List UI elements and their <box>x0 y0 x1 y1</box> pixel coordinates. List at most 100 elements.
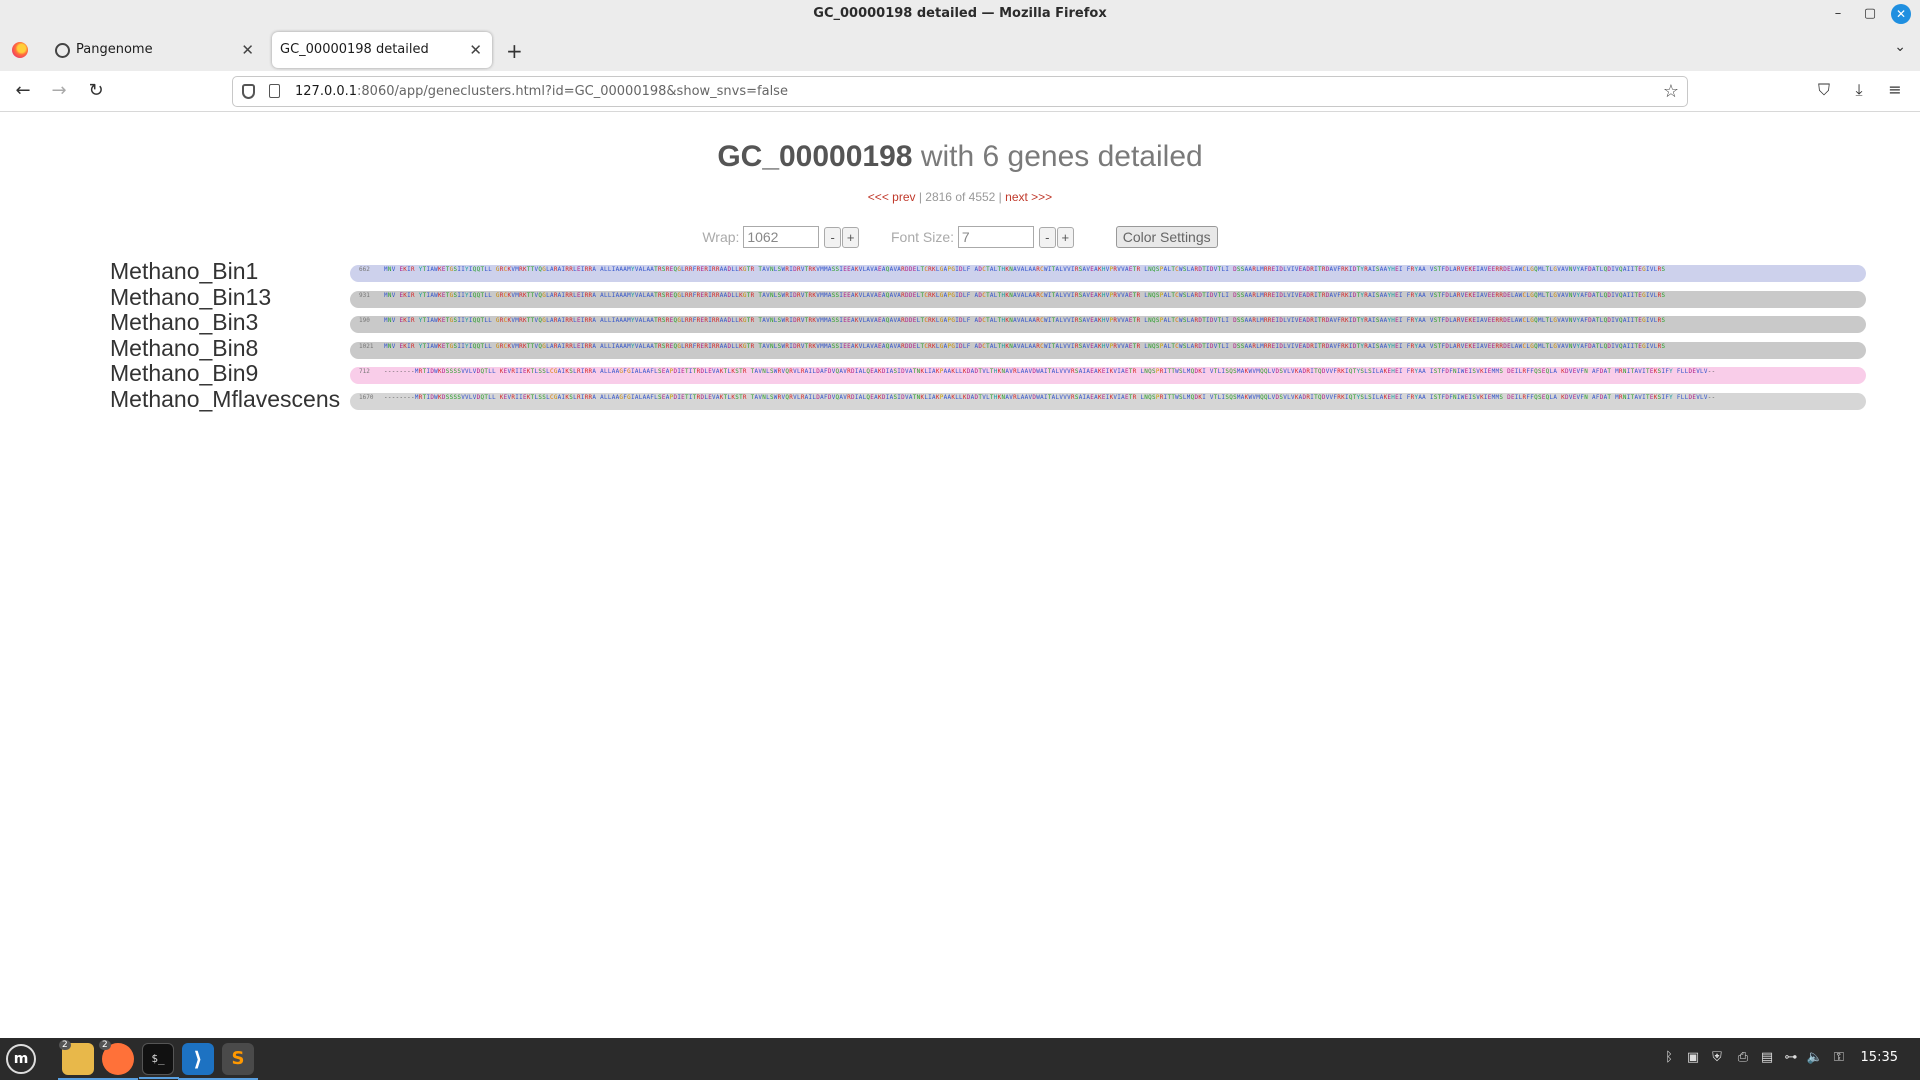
url-bar[interactable]: 127.0.0.1:8060/app/geneclusters.html?id=… <box>232 76 1688 107</box>
page-info-icon[interactable] <box>269 84 280 98</box>
close-window-button[interactable]: ✕ <box>1891 4 1911 24</box>
sequence-start-position: 1021 <box>359 342 374 350</box>
sequence-bar[interactable]: 190 MNV EKIR YTIAWKETGSIIYIQQTLL GRCKVMRK… <box>350 316 1866 333</box>
wrap-decrease-button[interactable]: - <box>824 226 842 248</box>
back-button[interactable]: ← <box>12 80 34 101</box>
amino-acid-sequence[interactable]: --------MRTIDWKDSSSSVVLVDQTLL KEVRIIEKTL… <box>384 395 1715 401</box>
taskbar: m 2 2 $_ ⟩ S ᛒ ▣ ⛨ ⎙ ▤ ⊶ 🔈 ⚿ 15:35 <box>0 1038 1920 1080</box>
gene-row: Methano_Bin9 712 --------MRTIDWKDSSSSVVLVD… <box>110 360 1870 386</box>
tab-label: GC_00000198 detailed <box>280 42 429 57</box>
wrap-label: Wrap: <box>702 229 740 245</box>
window-titlebar: GC_00000198 detailed — Mozilla Firefox –… <box>0 0 1920 29</box>
gene-name[interactable]: Methano_Bin9 <box>110 361 258 385</box>
shield-update-icon[interactable]: ⛨ <box>1708 1050 1726 1065</box>
gene-name[interactable]: Methano_Mflavescens <box>110 387 340 411</box>
sequence-start-position: 190 <box>359 317 370 324</box>
sequence-bar[interactable]: 712 --------MRTIDWKDSSSSVVLVDQTLL KEVRIIE… <box>350 367 1866 384</box>
amino-acid-sequence[interactable]: MNV EKIR YTIAWKETGSIIYIQQTLL GRCKVMRKTTV… <box>384 267 1665 273</box>
sequence-bar[interactable]: 1021 MNV EKIR YTIAWKETGSIIYIQQTLL GRCKVMR… <box>350 341 1866 359</box>
amino-acid-sequence[interactable]: --------MRTIDWKDSSSSVVLVDQTLL KEVRIIEKTL… <box>384 369 1715 375</box>
gene-row: Methano_Bin8 1021 MNV EKIR YTIAWKETGSIIYIQ… <box>110 335 1870 361</box>
forward-button[interactable]: → <box>48 80 70 101</box>
tab-pangenome[interactable]: Pangenome ✕ <box>46 32 264 68</box>
sequence-start-position: 662 <box>359 266 370 273</box>
display-controls: Wrap: -+ Font Size: -+ Color Settings <box>0 226 1920 248</box>
volume-icon[interactable]: 🔈 <box>1806 1050 1824 1065</box>
active-indicator <box>139 1077 179 1079</box>
prev-link[interactable]: <<< prev <box>868 190 916 204</box>
sublime-app-icon[interactable]: S <box>218 1043 258 1080</box>
workspace-icon[interactable]: ▤ <box>1758 1050 1776 1065</box>
clipboard-icon[interactable]: ▣ <box>1684 1050 1702 1065</box>
firefox-window-count: 2 <box>99 1040 111 1050</box>
firefox-logo-icon <box>12 42 28 58</box>
color-settings-button[interactable]: Color Settings <box>1115 226 1218 248</box>
tab-label: Pangenome <box>76 42 153 57</box>
url-text[interactable]: 127.0.0.1:8060/app/geneclusters.html?id=… <box>295 84 788 99</box>
app-menu-icon[interactable]: ≡ <box>1885 80 1905 99</box>
terminal-app-icon[interactable]: $_ <box>139 1043 179 1079</box>
amino-acid-sequence[interactable]: MNV EKIR YTIAWKETGSIIYIQQTLL GRCKVMRKTTV… <box>384 344 1665 350</box>
keyring-icon[interactable]: ⚿ <box>1830 1050 1848 1065</box>
vscode-app-icon[interactable]: ⟩ <box>178 1043 218 1080</box>
downloads-icon[interactable]: ⤓ <box>1849 80 1869 100</box>
page-content: GC_00000198 with 6 genes detailed <<< pr… <box>0 112 1920 1038</box>
gene-cluster-id: GC_00000198 <box>717 140 913 173</box>
pocket-icon[interactable]: ⛉ <box>1814 80 1834 100</box>
tab-close-icon[interactable]: ✕ <box>241 41 254 59</box>
url-host: 127.0.0.1 <box>295 84 358 99</box>
files-window-count: 2 <box>59 1040 71 1050</box>
sequence-bar[interactable]: 1670 --------MRTIDWKDSSSSVVLVDQTLL KEVRII… <box>350 392 1866 410</box>
font-size-label: Font Size: <box>891 229 955 245</box>
sequence-start-position: 931 <box>359 291 370 299</box>
start-menu-icon[interactable]: m <box>6 1044 36 1074</box>
bluetooth-icon[interactable]: ᛒ <box>1660 1050 1678 1065</box>
minimize-button[interactable]: – <box>1828 4 1848 24</box>
gene-name[interactable]: Methano_Bin8 <box>110 336 258 360</box>
pager-position: | 2816 of 4552 | <box>915 190 1006 204</box>
font-size-decrease-button[interactable]: - <box>1038 226 1056 248</box>
wrap-increase-button[interactable]: + <box>842 226 860 248</box>
amino-acid-sequence[interactable]: MNV EKIR YTIAWKETGSIIYIQQTLL GRCKVMRKTTV… <box>384 318 1665 324</box>
font-size-increase-button[interactable]: + <box>1056 226 1074 248</box>
page-title-rest: with 6 genes detailed <box>912 140 1203 173</box>
new-tab-button[interactable]: + <box>506 39 523 63</box>
sequence-bar[interactable]: 931 MNV EKIR YTIAWKETGSIIYIQQTLL GRCKVMRK… <box>350 290 1866 308</box>
reload-button[interactable]: ↻ <box>85 80 107 101</box>
navigation-bar: ← → ↻ 127.0.0.1:8060/app/geneclusters.ht… <box>0 71 1920 112</box>
next-link[interactable]: next >>> <box>1005 190 1052 204</box>
sequence-bar[interactable]: 662 MNV EKIR YTIAWKETGSIIYIQQTLL GRCKVMRK… <box>350 265 1866 282</box>
firefox-app-icon[interactable]: 2 <box>98 1040 138 1080</box>
amino-acid-sequence[interactable]: MNV EKIR YTIAWKETGSIIYIQQTLL GRCKVMRKTTV… <box>384 293 1665 299</box>
maximize-button[interactable]: ▢ <box>1860 4 1880 24</box>
files-app-icon[interactable]: 2 <box>58 1040 98 1080</box>
vscode-glyph: ⟩ <box>193 1047 203 1071</box>
network-icon[interactable]: ⊶ <box>1782 1050 1800 1065</box>
tracking-protection-shield-icon[interactable] <box>242 84 255 99</box>
gene-row: Methano_Mflavescens 1670 --------MRTIDWKDS… <box>110 386 1870 412</box>
tab-gc-detailed[interactable]: GC_00000198 detailed ✕ <box>272 32 492 68</box>
sequence-start-position: 712 <box>359 368 370 375</box>
tab-strip: Pangenome ✕ GC_00000198 detailed ✕ + ⌄ <box>0 29 1920 71</box>
gene-name[interactable]: Methano_Bin13 <box>110 285 271 309</box>
gene-row: Methano_Bin3 190 MNV EKIR YTIAWKETGSIIYIQQ… <box>110 309 1870 335</box>
gene-name[interactable]: Methano_Bin1 <box>110 259 258 283</box>
page-title: GC_00000198 with 6 genes detailed <box>0 140 1920 174</box>
gene-row: Methano_Bin13 931 MNV EKIR YTIAWKETGSIIYIQ… <box>110 284 1870 310</box>
font-size-input[interactable] <box>957 226 1034 248</box>
printer-icon[interactable]: ⎙ <box>1734 1050 1752 1065</box>
bookmark-star-icon[interactable]: ☆ <box>1663 81 1679 102</box>
window-title: GC_00000198 detailed — Mozilla Firefox <box>813 6 1107 21</box>
gene-row: Methano_Bin1 662 MNV EKIR YTIAWKETGSIIYIQQ… <box>110 258 1870 284</box>
clock[interactable]: 15:35 <box>1861 1050 1898 1065</box>
tab-close-icon[interactable]: ✕ <box>469 41 482 59</box>
gene-name[interactable]: Methano_Bin3 <box>110 310 258 334</box>
list-all-tabs-button[interactable]: ⌄ <box>1894 39 1906 55</box>
sequence-start-position: 1670 <box>359 393 374 401</box>
sublime-glyph: S <box>231 1048 245 1069</box>
terminal-glyph: $_ <box>151 1052 165 1065</box>
pangenome-favicon-icon <box>55 43 70 58</box>
url-path: :8060/app/geneclusters.html?id=GC_000001… <box>357 84 788 99</box>
gene-alignment-list: Methano_Bin1 662 MNV EKIR YTIAWKETGSIIYIQQ… <box>110 258 1870 411</box>
wrap-input[interactable] <box>743 226 820 248</box>
